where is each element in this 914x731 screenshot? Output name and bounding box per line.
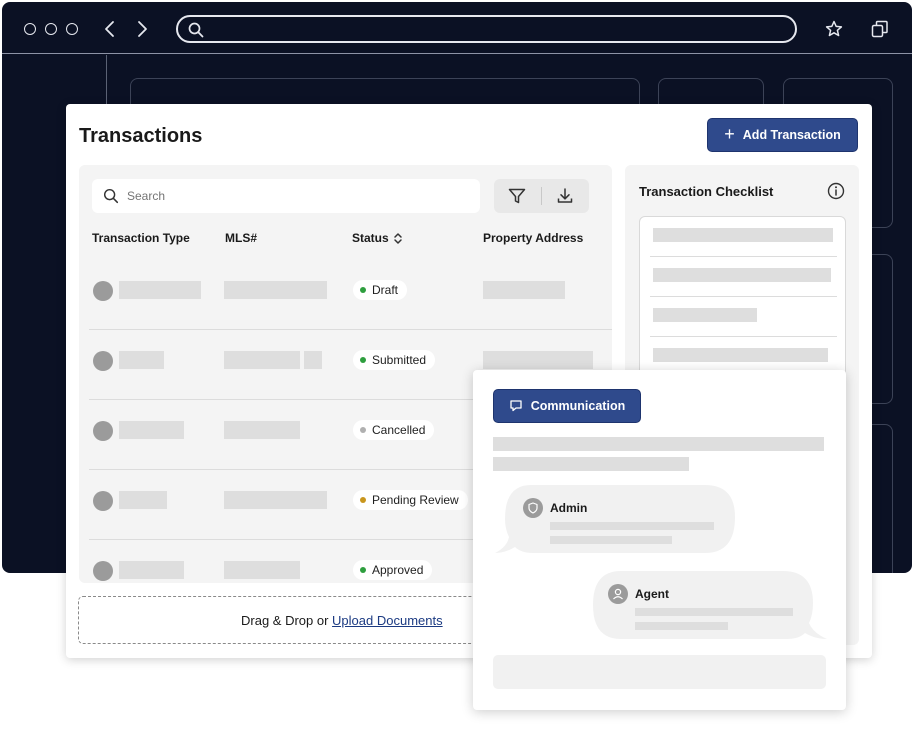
user-avatar-icon: [93, 351, 113, 371]
chat-icon: [510, 400, 522, 412]
checklist-item[interactable]: [650, 297, 837, 337]
page-title: Transactions: [79, 125, 203, 147]
sort-icon[interactable]: [393, 232, 403, 245]
placeholder-bar: [653, 228, 833, 242]
placeholder-bar: [550, 522, 714, 530]
placeholder-bar: [119, 421, 184, 439]
status-dot-icon: [360, 427, 366, 433]
placeholder-bar: [635, 622, 728, 630]
placeholder-bar: [550, 536, 672, 544]
placeholder-bar: [635, 608, 793, 616]
filter-icon[interactable]: [507, 186, 527, 206]
placeholder-bar: [224, 561, 300, 579]
placeholder-bar: [119, 491, 167, 509]
search-input[interactable]: Search: [92, 179, 480, 213]
checklist-title: Transaction Checklist: [639, 184, 774, 199]
status-dot-icon: [360, 497, 366, 503]
column-header-transaction-type[interactable]: Transaction Type: [92, 231, 190, 245]
download-icon[interactable]: [555, 186, 575, 206]
placeholder-bar: [224, 281, 327, 299]
checklist-item[interactable]: [650, 257, 837, 297]
placeholder-bar: [493, 437, 824, 451]
info-icon[interactable]: [827, 182, 845, 200]
checklist-item[interactable]: [650, 217, 837, 257]
placeholder-bar: [493, 457, 689, 471]
status-label: Submitted: [372, 353, 427, 367]
placeholder-bar: [224, 421, 300, 439]
user-icon: [608, 584, 628, 604]
placeholder-bar: [483, 351, 593, 369]
add-transaction-label: Add Transaction: [742, 128, 841, 142]
windows-icon[interactable]: [870, 19, 890, 39]
status-badge: Submitted: [353, 350, 436, 370]
browser-toolbar: [2, 2, 912, 54]
placeholder-bar: [224, 491, 327, 509]
upload-dropzone[interactable]: Drag & Drop or Upload Documents: [78, 596, 508, 644]
column-header-mls[interactable]: MLS#: [225, 231, 257, 245]
star-icon[interactable]: [824, 19, 844, 39]
plus-icon: +: [724, 124, 735, 144]
search-placeholder: Search: [127, 189, 166, 203]
admin-message-bubble: [495, 485, 735, 553]
search-icon: [103, 188, 119, 204]
placeholder-bar: [653, 308, 757, 322]
search-icon: [188, 22, 204, 38]
message-input[interactable]: [493, 655, 826, 689]
status-label: Cancelled: [372, 423, 426, 437]
status-dot-icon: [360, 567, 366, 573]
table-row[interactable]: Draft: [89, 260, 612, 330]
placeholder-bar: [119, 281, 201, 299]
status-label: Draft: [372, 283, 399, 297]
window-control-icon[interactable]: [66, 23, 78, 35]
status-dot-icon: [360, 287, 366, 293]
forward-icon[interactable]: [132, 19, 152, 39]
window-control-icon[interactable]: [45, 23, 57, 35]
back-icon[interactable]: [100, 19, 120, 39]
communication-card: Communication Admin Agent: [473, 370, 846, 710]
communication-button[interactable]: Communication: [493, 389, 641, 423]
user-avatar-icon: [93, 281, 113, 301]
user-avatar-icon: [93, 561, 113, 581]
column-header-status[interactable]: Status: [352, 231, 389, 245]
placeholder-bar: [653, 348, 828, 362]
shield-icon: [523, 498, 543, 518]
dropzone-label: Drag & Drop or: [241, 613, 333, 628]
placeholder-bar: [119, 561, 184, 579]
tool-divider: [541, 187, 542, 205]
placeholder-bar: [119, 351, 164, 369]
window-control-icon[interactable]: [24, 23, 36, 35]
table-tools: [494, 179, 589, 213]
communication-label: Communication: [530, 399, 626, 413]
dropzone-text: Drag & Drop or Upload Documents: [241, 613, 443, 628]
user-avatar-icon: [93, 421, 113, 441]
status-label: Pending Review: [372, 493, 459, 507]
placeholder-bar: [224, 351, 300, 369]
status-badge: Approved: [353, 560, 433, 580]
status-dot-icon: [360, 357, 366, 363]
placeholder-bar: [304, 351, 322, 369]
placeholder-bar: [483, 281, 565, 299]
agent-message-bubble: [593, 571, 827, 639]
placeholder-bar: [653, 268, 831, 282]
message-author: Agent: [635, 587, 669, 601]
message-author: Admin: [550, 501, 588, 515]
upload-documents-link[interactable]: Upload Documents: [332, 613, 443, 628]
status-badge: Cancelled: [353, 420, 435, 440]
add-transaction-button[interactable]: + Add Transaction: [707, 118, 858, 152]
status-label: Approved: [372, 563, 424, 577]
address-bar[interactable]: [176, 15, 797, 43]
status-badge: Draft: [353, 280, 408, 300]
user-avatar-icon: [93, 491, 113, 511]
status-badge: Pending Review: [353, 490, 468, 510]
column-header-property-address[interactable]: Property Address: [483, 231, 583, 245]
